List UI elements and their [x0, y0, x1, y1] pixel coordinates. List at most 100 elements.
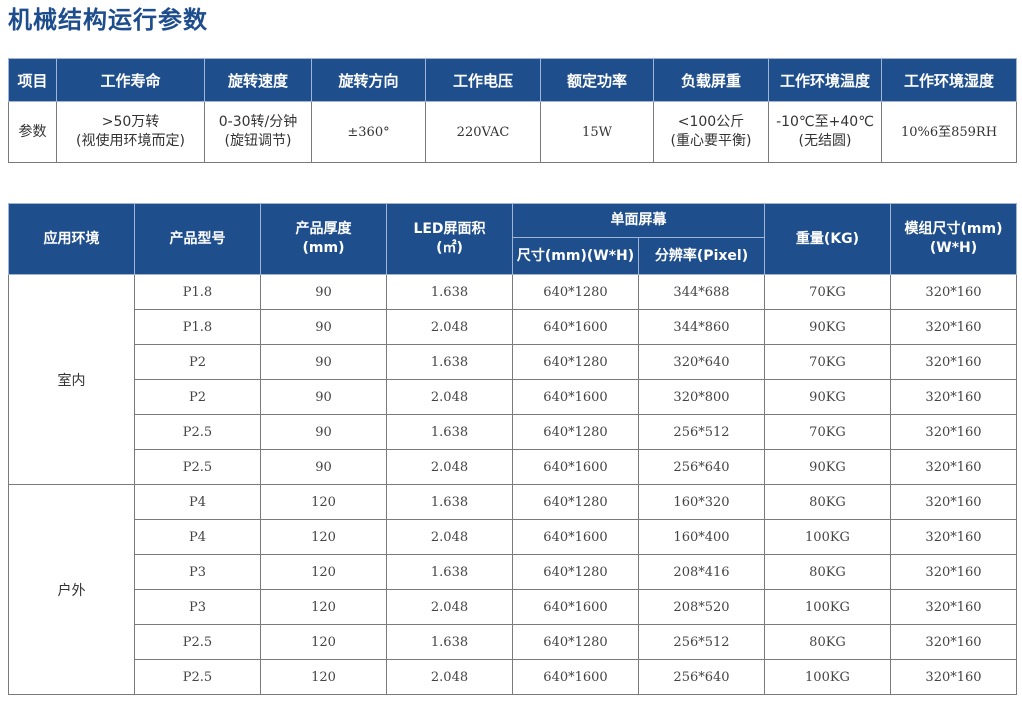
led-area-cell: 1.638: [386, 484, 513, 520]
module-size-cell: 320*160: [890, 519, 1017, 555]
size-header: 尺寸(mm)(W*H): [512, 237, 639, 275]
table-row: P2.5 90 1.638 640*1280 256*512 70KG 320*160: [9, 414, 1017, 450]
size-cell: 640*1280: [512, 344, 639, 380]
weight-cell: 80KG: [764, 624, 891, 660]
params-header-cell: 负载屏重: [653, 58, 769, 102]
params-header-cell: 额定功率: [540, 58, 654, 102]
led-area-header-unit: (㎡): [436, 240, 463, 256]
weight-header: 重量(KG): [764, 203, 891, 275]
resolution-cell: 320*640: [638, 344, 765, 380]
table-row: P2.5 120 2.048 640*1600 256*640 100KG 320*160: [9, 659, 1017, 695]
model-cell: P2: [134, 344, 261, 380]
led-area-cell: 2.048: [386, 589, 513, 625]
table-row: P2 90 1.638 640*1280 320*640 70KG 320*160: [9, 344, 1017, 380]
thickness-cell: 90: [260, 309, 387, 345]
model-cell: P3: [134, 554, 261, 590]
thickness-cell: 120: [260, 519, 387, 555]
params-header-cell: 工作寿命: [56, 58, 205, 102]
model-header: 产品型号: [134, 203, 261, 275]
resolution-cell: 160*400: [638, 519, 765, 555]
led-area-header-label: LED屏面积: [413, 221, 486, 237]
temperature-value: -10℃至+40℃: [776, 114, 874, 130]
params-header-cell: 旋转速度: [204, 58, 312, 102]
led-area-cell: 1.638: [386, 414, 513, 450]
size-cell: 640*1280: [512, 414, 639, 450]
module-size-cell: 320*160: [890, 274, 1017, 310]
humidity-value: 10%6至859RH: [881, 101, 1017, 163]
module-size-cell: 320*160: [890, 589, 1017, 625]
size-cell: 640*1280: [512, 274, 639, 310]
table-row: P2.5 90 2.048 640*1600 256*640 90KG 320*160: [9, 449, 1017, 485]
env-header: 应用环境: [8, 203, 135, 275]
table-row: P1.8 90 2.048 640*1600 344*860 90KG 320*160: [9, 309, 1017, 345]
module-size-cell: 320*160: [890, 414, 1017, 450]
params-header-cell: 旋转方向: [311, 58, 426, 102]
model-cell: P1.8: [134, 309, 261, 345]
model-cell: P4: [134, 484, 261, 520]
weight-cell: 80KG: [764, 554, 891, 590]
thickness-cell: 120: [260, 484, 387, 520]
weight-cell: 80KG: [764, 484, 891, 520]
led-area-cell: 1.638: [386, 554, 513, 590]
weight-cell: 90KG: [764, 449, 891, 485]
module-size-cell: 320*160: [890, 379, 1017, 415]
thickness-header-unit: (mm): [302, 240, 345, 256]
model-cell: P2.5: [134, 449, 261, 485]
operating-parameters-table: 项目 工作寿命 旋转速度 旋转方向 工作电压 额定功率 负载屏重 工作环境温度 …: [8, 58, 1017, 163]
resolution-cell: 256*640: [638, 449, 765, 485]
weight-cell: 90KG: [764, 379, 891, 415]
table-row: 室内 P1.8 90 1.638 640*1280 344*688 70KG 320*160: [8, 274, 1017, 485]
size-cell: 640*1280: [512, 484, 639, 520]
module-size-header-label: 模组尺寸(mm): [904, 221, 1003, 237]
model-cell: P1.8: [134, 274, 261, 310]
thickness-cell: 120: [260, 589, 387, 625]
size-cell: 640*1600: [512, 519, 639, 555]
thickness-cell: 120: [260, 659, 387, 695]
led-area-cell: 2.048: [386, 309, 513, 345]
speed-cell: 0-30转/分钟 (旋钮调节): [204, 101, 312, 163]
table-row: 户外 P4 120 1.638 640*1280 160*320 80KG 320*160: [8, 484, 1017, 695]
env-cell: 户外: [8, 484, 135, 695]
table-row: P3 120 1.638 640*1280 208*416 80KG 320*160: [9, 554, 1017, 590]
single-screen-header: 单面屏幕: [512, 203, 765, 238]
weight-cell: 70KG: [764, 414, 891, 450]
resolution-cell: 256*512: [638, 624, 765, 660]
spec-table-body: 室内 P1.8 90 1.638 640*1280 344*688 70KG 320*160 P…: [8, 274, 1017, 695]
temperature-note: (无结圆): [798, 133, 852, 149]
model-cell: P2.5: [134, 414, 261, 450]
led-area-cell: 2.048: [386, 449, 513, 485]
params-header-cell: 项目: [8, 58, 57, 102]
size-cell: 640*1600: [512, 449, 639, 485]
page-title: 机械结构运行参数: [8, 6, 208, 34]
thickness-cell: 90: [260, 449, 387, 485]
resolution-cell: 256*512: [638, 414, 765, 450]
params-header-cell: 工作环境温度: [768, 58, 882, 102]
thickness-cell: 90: [260, 414, 387, 450]
led-area-cell: 2.048: [386, 379, 513, 415]
lifetime-value: >50万转: [101, 114, 160, 130]
size-cell: 640*1280: [512, 554, 639, 590]
lifetime-cell: >50万转 (视使用环境而定): [56, 101, 205, 163]
load-note: (重心要平衡): [670, 133, 752, 149]
module-size-cell: 320*160: [890, 449, 1017, 485]
params-header-cell: 工作环境湿度: [881, 58, 1017, 102]
table-row: P3 120 2.048 640*1600 208*520 100KG 320*160: [9, 589, 1017, 625]
thickness-cell: 90: [260, 344, 387, 380]
weight-cell: 100KG: [764, 589, 891, 625]
table-row: P2 90 2.048 640*1600 320*800 90KG 320*160: [9, 379, 1017, 415]
module-size-cell: 320*160: [890, 659, 1017, 695]
led-area-cell: 2.048: [386, 519, 513, 555]
led-area-header: LED屏面积 (㎡): [386, 203, 513, 275]
spec-header-row: 应用环境 产品型号 产品厚度 (mm) LED屏面积 (㎡) 单面屏幕 重量(K…: [8, 203, 1017, 275]
thickness-header: 产品厚度 (mm): [260, 203, 387, 275]
resolution-cell: 256*640: [638, 659, 765, 695]
size-cell: 640*1600: [512, 589, 639, 625]
led-area-cell: 2.048: [386, 659, 513, 695]
module-size-cell: 320*160: [890, 344, 1017, 380]
model-cell: P3: [134, 589, 261, 625]
module-size-cell: 320*160: [890, 624, 1017, 660]
params-row-label: 参数: [8, 101, 57, 163]
thickness-cell: 120: [260, 624, 387, 660]
thickness-cell: 90: [260, 379, 387, 415]
resolution-header: 分辨率(Pixel): [638, 237, 765, 275]
